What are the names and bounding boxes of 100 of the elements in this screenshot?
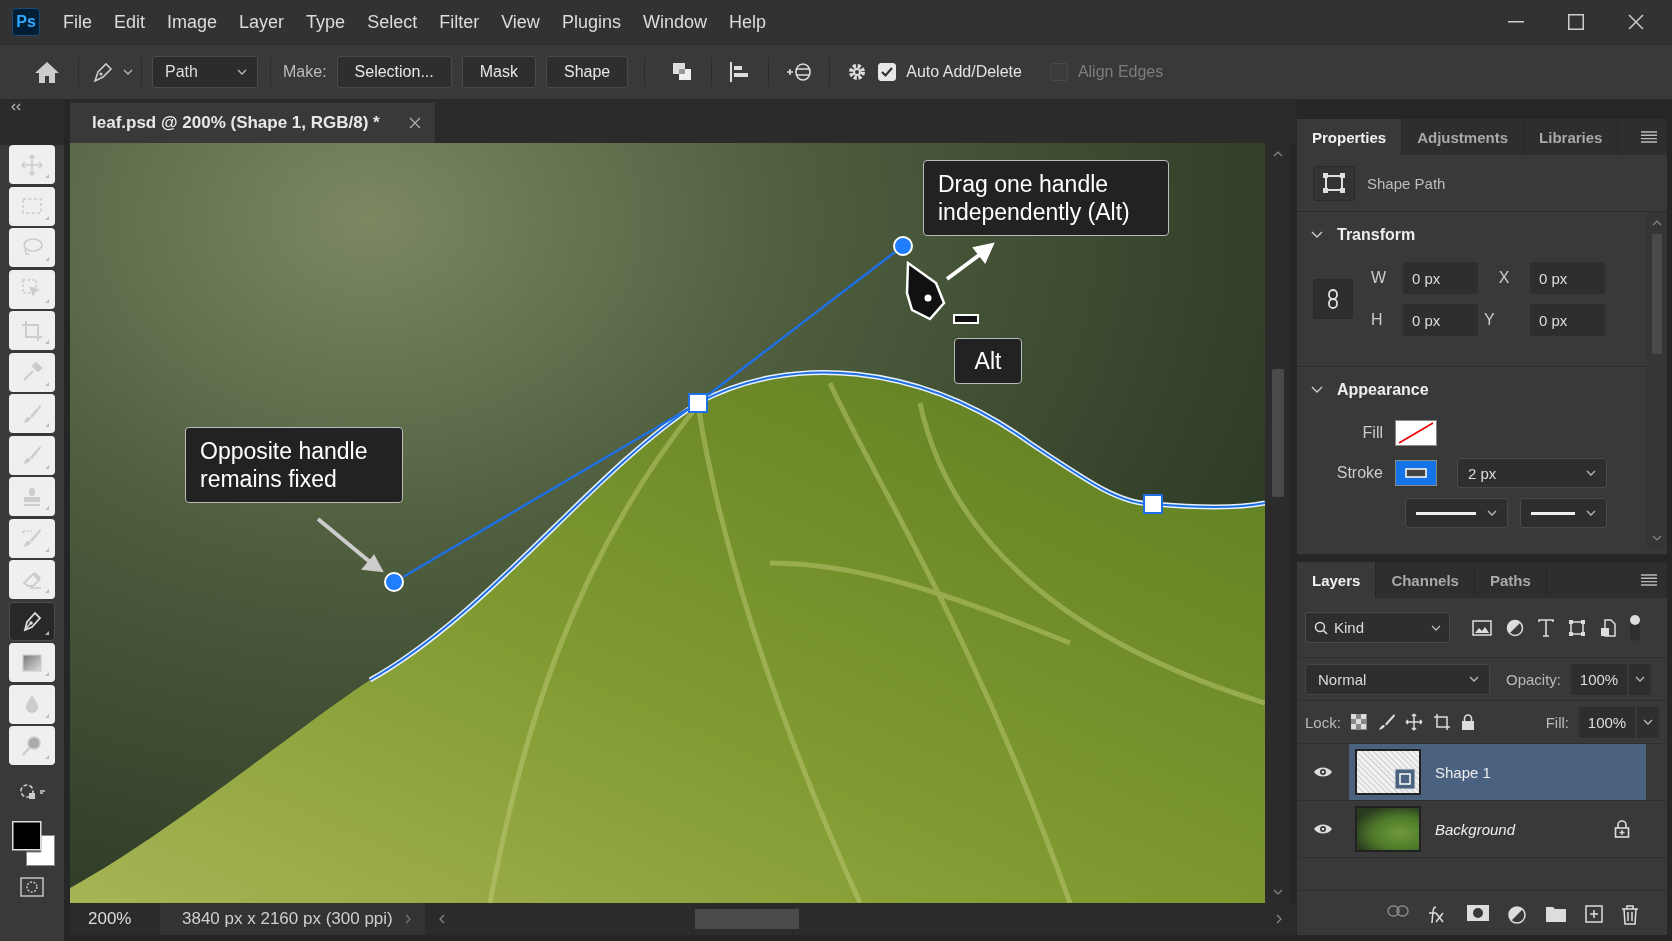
close-icon[interactable] [1628,14,1644,30]
panel-tab[interactable]: Channels [1376,562,1475,598]
tool-button[interactable] [9,352,55,392]
tool-button[interactable] [9,518,55,558]
chevron-icon[interactable] [1311,231,1323,239]
tool-button[interactable] [9,435,55,475]
panel-tab[interactable]: Adjustments [1402,119,1525,155]
panel-menu-icon[interactable] [1641,574,1657,586]
stroke-swatch[interactable] [1395,460,1437,486]
mode-dropdown[interactable]: Path [152,56,258,88]
line-style-dropdown[interactable] [1405,498,1509,528]
panel-tab[interactable]: Paths [1474,562,1547,598]
tool-button[interactable] [9,186,55,226]
menu-item[interactable]: Layer [228,7,296,37]
menu-item[interactable]: Edit [103,7,157,37]
bezier-path[interactable] [368,370,1265,683]
foreground-color-swatch[interactable] [12,821,42,851]
brush-icon[interactable] [1376,713,1395,731]
move-icon[interactable] [1404,713,1423,731]
panel-tab[interactable]: Layers [1297,562,1377,598]
filter-toggle[interactable] [1630,614,1640,641]
lock-icon[interactable] [1460,714,1475,730]
layer-type-label: Shape Path [1367,174,1446,192]
eye-icon[interactable] [1313,766,1333,778]
menu-item[interactable]: Filter [428,7,491,37]
maximize-icon[interactable] [1568,14,1584,30]
collapse-icon[interactable] [10,103,22,111]
anchor-point[interactable] [1143,494,1163,514]
zoom-level[interactable]: 200% [70,909,160,929]
panel-tab[interactable]: Libraries [1524,119,1619,155]
opacity-dropdown[interactable] [1629,663,1652,695]
field-label: Fill [1361,424,1383,442]
section-title[interactable]: Appearance [1337,381,1429,399]
adjustment-layer-icon[interactable] [1507,905,1527,925]
expand-icon[interactable] [404,914,411,924]
menu-item[interactable]: Window [631,7,718,37]
pen-tool-icon[interactable] [91,60,115,84]
tool-button[interactable] [9,601,55,641]
quick-mask-icon[interactable] [20,876,44,897]
image-filter-icon[interactable] [1472,619,1492,636]
number-field[interactable]: 0 px [1530,304,1605,336]
scroll-left-icon[interactable] [439,914,445,924]
artboard-icon[interactable] [1432,713,1451,731]
handle-line[interactable] [707,251,896,396]
anchor-point[interactable] [688,393,708,413]
tool-button[interactable] [9,269,55,309]
make-button[interactable]: Mask [461,56,536,88]
close-icon[interactable] [409,117,421,129]
panel-menu-icon[interactable] [1641,131,1657,143]
menu-item[interactable]: Image [156,7,229,37]
make-button[interactable]: Shape [545,56,629,88]
menu-item[interactable]: View [490,7,551,37]
scroll-up-icon[interactable] [1272,151,1283,157]
eye-icon[interactable] [1313,823,1333,835]
scroll-down-icon[interactable] [1652,535,1662,541]
trash-icon[interactable] [1621,905,1639,925]
folder-icon[interactable] [1545,905,1567,923]
document-tab[interactable]: leaf.psd @ 200% (Shape 1, RGB/8) * [70,103,435,143]
layer-row[interactable]: Background [1297,801,1667,858]
fill-field[interactable]: 100% [1579,706,1635,738]
menu-item[interactable]: Type [295,7,357,37]
number-field[interactable]: 0 px [1530,262,1605,294]
blend-mode-dropdown[interactable]: Normal [1305,663,1490,695]
chevron-icon[interactable] [1311,386,1323,394]
menu-item[interactable]: Help [717,7,777,37]
field-label: Stroke [1335,464,1383,482]
filter-dropdown[interactable]: Kind [1305,612,1450,643]
fill-swatch[interactable] [1395,420,1437,446]
type-filter-icon[interactable] [1538,618,1554,637]
opacity-field[interactable]: 100% [1571,663,1628,695]
stroke-width-dropdown[interactable]: 2 px [1457,458,1607,488]
new-layer-icon[interactable] [1585,905,1603,923]
crop-tool-icon [20,318,44,343]
lock-pixels-icon[interactable] [1350,714,1367,730]
lock-icon[interactable] [1614,820,1630,838]
home-icon[interactable] [34,60,60,84]
layer-name[interactable]: Background [1435,820,1600,838]
line-end-dropdown[interactable] [1520,498,1607,528]
section-title[interactable]: Transform [1337,226,1416,244]
scrollbar-thumb[interactable] [695,909,799,929]
mask-icon[interactable] [1467,905,1489,921]
link-icon[interactable] [1327,288,1339,310]
number-field[interactable]: 0 px [1403,304,1478,336]
background-color-swatch[interactable] [26,835,55,866]
menu-item[interactable]: Select [356,7,429,37]
scroll-down-icon[interactable] [1272,889,1283,895]
scrollbar-thumb[interactable] [1271,369,1284,497]
handle-line[interactable] [402,407,689,579]
tool-button[interactable] [9,684,55,724]
smart-object-filter-icon[interactable] [1600,618,1616,637]
adjustment-filter-icon[interactable] [1506,618,1524,637]
scroll-right-icon[interactable] [1276,914,1282,924]
scroll-up-icon[interactable] [1652,220,1662,226]
fill-dropdown[interactable] [1637,706,1659,738]
menu-item[interactable]: Plugins [550,7,632,37]
make-button[interactable]: Selection... [336,56,452,88]
shape-filter-icon[interactable] [1568,618,1586,637]
panel-tab[interactable]: Properties [1297,119,1403,155]
menu-item[interactable]: File [52,7,103,37]
number-field[interactable]: 0 px [1403,262,1478,294]
